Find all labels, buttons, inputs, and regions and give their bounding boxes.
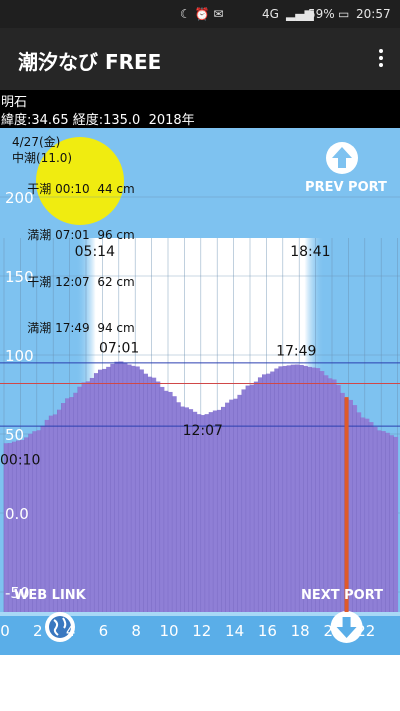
x-tick-label: 14 [225, 622, 244, 640]
x-tick-label: 2 [33, 622, 43, 640]
x-tick-label: 4 [66, 622, 76, 640]
arrow-up-icon [326, 142, 358, 174]
tide-type-label: 中潮(11.0) [12, 150, 73, 165]
coordinates: 緯度:34.65 経度:135.0 2018年 [1, 109, 195, 128]
notification-icons: ☾ ⏰ ✉ [180, 7, 224, 21]
x-tick-label: 8 [131, 622, 141, 640]
web-link-label: WEB LINK [14, 588, 86, 603]
coordinates-text: 緯度:34.65 経度:135.0 [1, 113, 141, 128]
blank-area [0, 655, 400, 711]
app-bar: 潮汐なび FREE [0, 28, 400, 90]
tide-event: 満潮 07:01 96 cm [27, 228, 135, 242]
x-tick-label: 0 [0, 622, 10, 640]
prev-port-label: PREV PORT [305, 180, 387, 195]
tide-event-label: 17:49 [276, 343, 316, 359]
year-label: 2018年 [148, 113, 195, 128]
next-port-label: NEXT PORT [300, 588, 384, 603]
x-tick-label: 6 [99, 622, 109, 640]
tide-event: 干潮 12:07 62 cm [27, 274, 135, 289]
sunset-label: 18:41 [290, 244, 330, 260]
tide-bar [393, 436, 399, 612]
tide-info-panel: 4/27(金) 中潮(11.0) 干潮 00:10 44 cm 満潮 07:01… [12, 135, 135, 352]
location-bar: 明石 緯度:34.65 経度:135.0 2018年 [0, 90, 400, 128]
port-name: 明石 [1, 95, 28, 110]
battery-icon: ▭ [338, 7, 350, 21]
clock: 20:57 [356, 7, 391, 21]
prev-port-button[interactable]: PREV PORT [296, 140, 396, 196]
y-tick-label: 50 [5, 426, 24, 444]
tide-event: 満潮 17:49 94 cm [27, 321, 135, 335]
overflow-menu-icon[interactable] [372, 46, 390, 72]
network-label: 4G [262, 7, 279, 21]
tide-event-label: 12:07 [183, 423, 223, 439]
tide-event-label: 00:10 [0, 452, 40, 468]
battery-percent: 59% [308, 7, 335, 21]
x-tick-label: 12 [192, 622, 211, 640]
tide-event: 干潮 00:10 44 cm [27, 181, 135, 196]
web-link-button[interactable]: WEB LINK [14, 588, 114, 608]
date-label: 4/27(金) [12, 135, 61, 149]
x-tick-label: 10 [159, 622, 178, 640]
y-tick-label: 0.0 [5, 505, 29, 523]
next-port-button[interactable]: NEXT PORT [292, 588, 392, 608]
x-tick-label: 16 [258, 622, 277, 640]
status-bar: ☾ ⏰ ✉ 4G ▂▄▆ 59% ▭ 20:57 [0, 0, 400, 28]
app-title: 潮汐なび FREE [18, 50, 162, 74]
x-tick-label: 18 [291, 622, 310, 640]
